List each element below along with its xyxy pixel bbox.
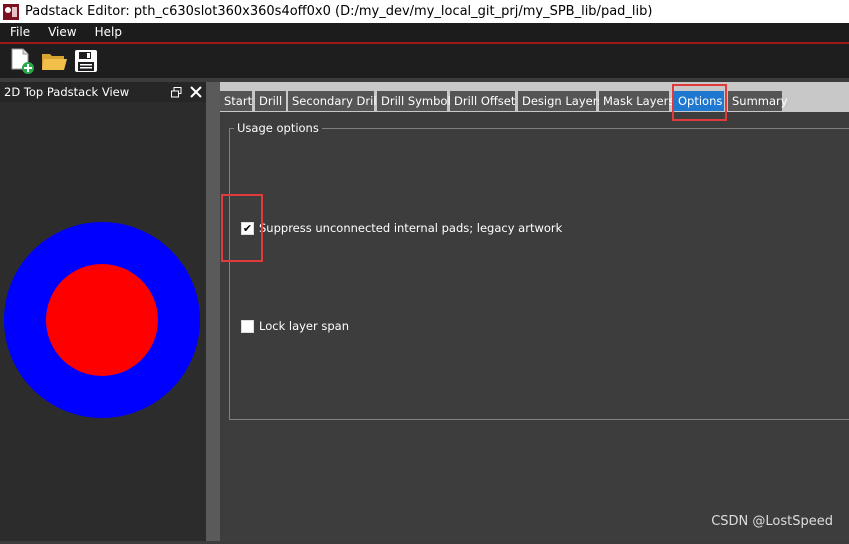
padstack-view-panel: 2D Top Padstack View — [0, 82, 206, 541]
suppress-pads-label: Suppress unconnected internal pads; lega… — [259, 221, 563, 235]
tab-drill-offset[interactable]: Drill Offset — [450, 91, 515, 111]
lock-layer-span-option[interactable]: Lock layer span — [241, 319, 349, 333]
save-icon — [75, 50, 97, 72]
tab-summary[interactable]: Summary — [728, 91, 788, 111]
new-file-button[interactable] — [8, 47, 36, 75]
menu-bar: File View Help — [0, 23, 849, 44]
panel-title: 2D Top Padstack View — [4, 85, 130, 99]
main-area: Start Drill Secondary Drill Drill Symbol… — [220, 82, 849, 541]
panel-splitter[interactable] — [206, 82, 220, 541]
suppress-pads-checkbox[interactable]: ✔ — [241, 221, 254, 235]
tab-drill-symbol[interactable]: Drill Symbol — [377, 91, 451, 111]
window-title: Padstack Editor: pth_c630slot360x360s4of… — [25, 4, 653, 19]
tab-mask-layers[interactable]: Mask Layers — [599, 91, 674, 111]
tab-options[interactable]: Options — [674, 91, 724, 111]
suppress-pads-option[interactable]: ✔ Suppress unconnected internal pads; le… — [241, 221, 562, 235]
float-panel-icon[interactable] — [171, 86, 182, 98]
pad-canvas[interactable] — [0, 102, 206, 541]
toolbar — [0, 44, 849, 78]
menu-file[interactable]: File — [0, 23, 39, 42]
group-title: Usage options — [234, 121, 322, 135]
lock-layer-span-checkbox[interactable] — [241, 319, 254, 333]
menu-help[interactable]: Help — [86, 23, 131, 42]
title-bar: Padstack Editor: pth_c630slot360x360s4of… — [0, 0, 849, 23]
lock-layer-span-label: Lock layer span — [259, 319, 350, 333]
tab-start[interactable]: Start — [220, 91, 252, 111]
tab-secondary-drill[interactable]: Secondary Drill — [288, 91, 380, 111]
panel-header: 2D Top Padstack View — [0, 82, 206, 102]
pad-inner-circle — [46, 264, 158, 376]
usage-options-group — [229, 128, 849, 420]
open-folder-button[interactable] — [40, 47, 68, 75]
app-icon — [3, 3, 19, 20]
watermark: CSDN @LostSpeed — [711, 514, 833, 529]
open-folder-icon — [42, 54, 67, 70]
new-file-icon — [11, 48, 34, 74]
menu-view[interactable]: View — [39, 23, 85, 42]
save-button[interactable] — [72, 47, 100, 75]
tab-design-layers[interactable]: Design Layers — [518, 91, 603, 111]
tab-drill[interactable]: Drill — [255, 91, 286, 111]
close-panel-icon[interactable] — [190, 86, 202, 98]
tab-bar: Start Drill Secondary Drill Drill Symbol… — [220, 82, 849, 112]
